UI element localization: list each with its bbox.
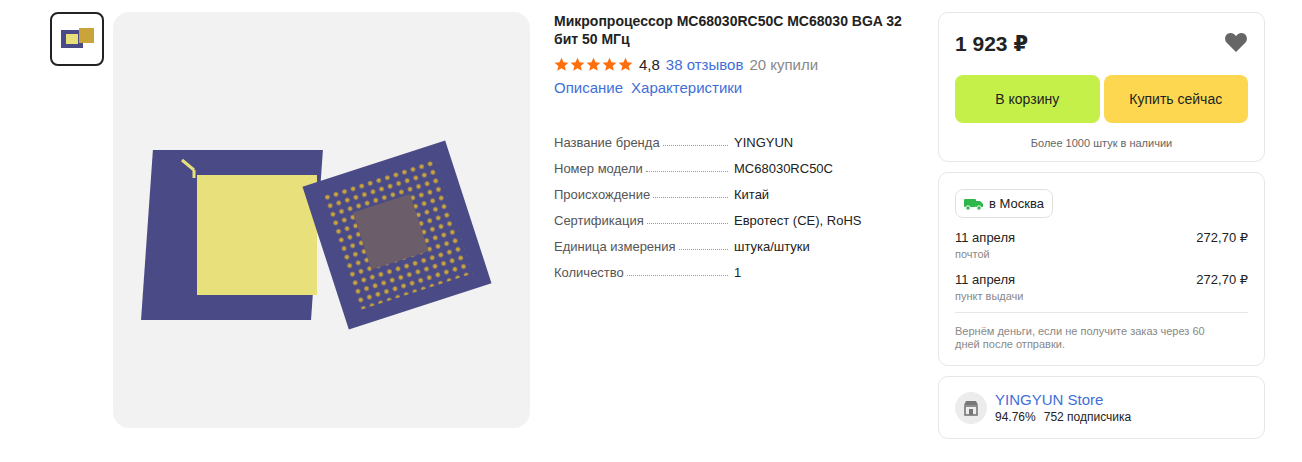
section-link[interactable]: Характеристики (631, 79, 742, 96)
heart-icon (1224, 31, 1248, 53)
spec-label: Номер модели (554, 161, 643, 176)
guarantee-note: Вернём деньги, если не получите заказ че… (955, 325, 1230, 351)
delivery-option-info: 11 апреля пункт выдачи (955, 272, 1023, 302)
location-badge[interactable]: в Москва (955, 189, 1053, 218)
delivery-card: в Москва11 апреляпочтой272,70 ₽11 апреля… (938, 172, 1265, 366)
star-icon (570, 57, 585, 72)
spec-row: Единица измерения штука/штуки (554, 236, 914, 254)
store-rating: 94.76% (995, 410, 1036, 424)
delivery-method: почтой (955, 248, 1015, 260)
delivery-date: 11 апреля (955, 230, 1015, 245)
spec-label-cell: Происхождение (554, 187, 730, 202)
star-icon (602, 57, 617, 72)
section-link[interactable]: Описание (554, 79, 623, 96)
star-icon (586, 57, 601, 72)
spec-leader (627, 275, 728, 276)
product-photo (113, 12, 530, 428)
favorite-button[interactable] (1224, 31, 1248, 57)
delivery-option: 11 апреля пункт выдачи 272,70 ₽ (955, 272, 1248, 302)
spec-value: 1 (730, 265, 741, 280)
spec-label: Название бренда (554, 135, 660, 150)
price: 1 923 ₽ (955, 32, 1028, 56)
spec-label: Единица измерения (554, 239, 676, 254)
spec-row: Количество 1 (554, 262, 914, 280)
section-links: Описание Характеристики (554, 79, 914, 96)
spec-row: Название бренда YINGYUN (554, 132, 914, 150)
spec-leader (646, 171, 728, 172)
store-stats: 94.76% 752 подписчика (995, 410, 1131, 424)
reviews-link[interactable]: 38 отзывов (666, 56, 744, 73)
spec-row: Номер модели MC68030RC50C (554, 158, 914, 176)
spec-label-cell: Название бренда (554, 135, 730, 150)
spec-leader (663, 145, 728, 146)
button-row: В корзинуКупить сейчас (955, 75, 1248, 123)
buy-now-button[interactable]: Купить сейчас (1104, 75, 1249, 123)
chip-thumbnail-icon (57, 24, 97, 54)
shop-icon (963, 400, 979, 416)
spec-leader (679, 249, 728, 250)
spec-leader (653, 197, 728, 198)
buy-card: 1 923 ₽ В корзинуКупить сейчас Более 1000 … (938, 12, 1265, 162)
delivery-option: 11 апреля почтой 272,70 ₽ (955, 230, 1248, 260)
location-label: в Москва (989, 196, 1044, 211)
product-info: Микропроцессор MC68030RC50C MC68030 BGA … (554, 12, 914, 280)
star-icon (618, 57, 633, 72)
spec-label: Сертификация (554, 213, 644, 228)
purchase-column: 1 923 ₽ В корзинуКупить сейчас Более 1000 … (938, 12, 1265, 439)
chip-photo-icon (122, 20, 522, 420)
spec-label-cell: Единица измерения (554, 239, 730, 254)
spec-row: Происхождение Китай (554, 184, 914, 202)
spec-value: Китай (730, 187, 769, 202)
store-card[interactable]: YINGYUN Store 94.76% 752 подписчика (938, 376, 1265, 439)
delivery-price: 272,70 ₽ (1196, 230, 1248, 260)
spec-label: Происхождение (554, 187, 650, 202)
product-title: Микропроцессор MC68030RC50C MC68030 BGA … (554, 12, 914, 48)
delivery-method: пункт выдачи (955, 290, 1023, 302)
rating-value: 4,8 (639, 56, 660, 73)
add-to-cart-button[interactable]: В корзину (955, 75, 1100, 123)
spec-value: штука/штуки (730, 239, 810, 254)
price-row: 1 923 ₽ (955, 29, 1248, 59)
spec-value: MC68030RC50C (730, 161, 833, 176)
spec-label-cell: Сертификация (554, 213, 730, 228)
store-followers: 752 подписчика (1044, 410, 1131, 424)
store-name[interactable]: YINGYUN Store (995, 391, 1131, 408)
specs-list: Название бренда YINGYUN Номер модели MC6803… (554, 132, 914, 280)
stars (554, 57, 633, 72)
spec-row: Сертификация Евротест (CE), RoHS (554, 210, 914, 228)
thumbnail[interactable] (50, 12, 104, 66)
star-icon (554, 57, 569, 72)
spec-label-cell: Номер модели (554, 161, 730, 176)
delivery-option-info: 11 апреля почтой (955, 230, 1015, 260)
thumbnail-list (50, 12, 104, 66)
delivery-price: 272,70 ₽ (1196, 272, 1248, 302)
truck-icon (964, 197, 984, 211)
store-info: YINGYUN Store 94.76% 752 подписчика (995, 391, 1131, 424)
stock-note: Более 1000 штук в наличии (955, 137, 1248, 149)
separator (955, 312, 1248, 313)
spec-value: Евротест (CE), RoHS (730, 213, 861, 228)
store-avatar (955, 392, 987, 424)
spec-label-cell: Количество (554, 265, 730, 280)
bought-count: 20 купили (749, 56, 818, 73)
spec-label: Количество (554, 265, 624, 280)
delivery-date: 11 апреля (955, 272, 1023, 287)
spec-value: YINGYUN (730, 135, 793, 150)
spec-leader (647, 223, 728, 224)
rating-row: 4,8 38 отзывов 20 купили (554, 56, 914, 73)
